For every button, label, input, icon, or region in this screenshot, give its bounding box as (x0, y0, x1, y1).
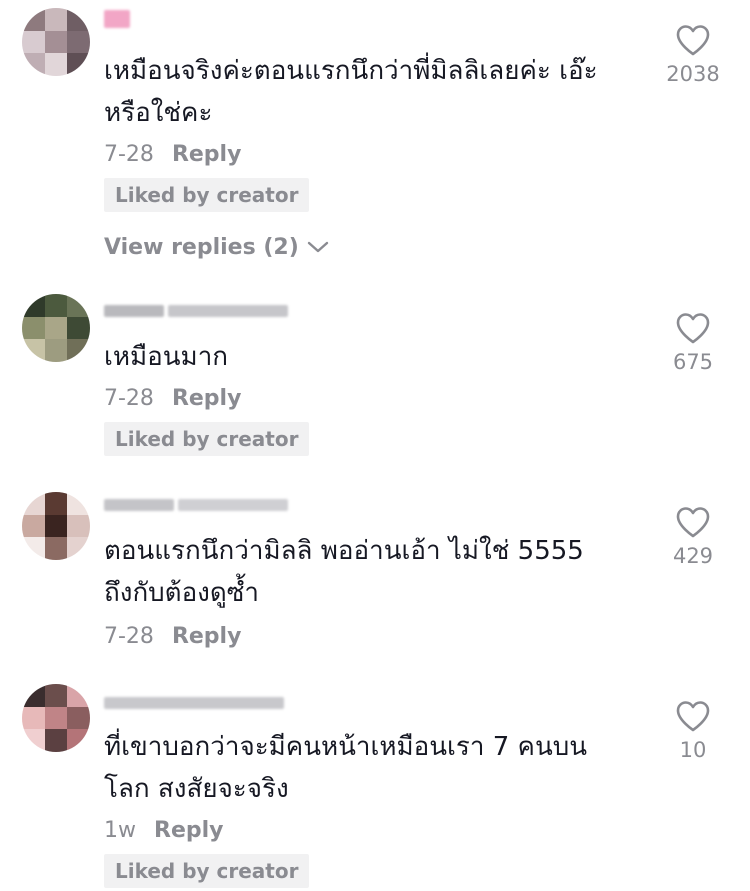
username[interactable] (104, 300, 288, 322)
avatar-pixel (67, 492, 90, 515)
avatar-pixel (44, 492, 68, 515)
like-count: 675 (672, 350, 714, 374)
liked-by-creator-badge: Liked by creator (104, 854, 310, 888)
avatar[interactable] (22, 492, 90, 560)
avatar-pixel (22, 316, 45, 340)
heart-icon[interactable] (675, 312, 711, 344)
reply-button[interactable]: Reply (172, 142, 242, 167)
comment-meta: 7-28 Reply (104, 383, 241, 413)
comment-date: 7-28 (104, 623, 154, 649)
avatar-pixel (44, 729, 68, 752)
avatar-pixel (67, 294, 90, 317)
avatar-pixel (22, 30, 45, 54)
avatar-pixel (67, 30, 90, 54)
avatar-pixel (67, 537, 90, 560)
reply-button[interactable]: Reply (172, 386, 242, 411)
avatar-pixel (22, 294, 45, 317)
view-replies-label: View replies (2) (104, 234, 299, 260)
comment-item: เหมือนมาก 7-28 Reply Liked by creator 67… (0, 290, 750, 480)
avatar-pixel (67, 316, 90, 340)
view-replies-button[interactable]: View replies (2) (104, 231, 329, 263)
avatar-pixel (67, 339, 90, 362)
chevron-down-icon (307, 241, 328, 253)
avatar-pixel (44, 537, 68, 560)
liked-by-creator-badge: Liked by creator (104, 178, 310, 212)
like-column: 10 (648, 700, 738, 762)
comment-item: ที่เขาบอกว่าจะมีคนหน้าเหมือนเรา 7 คนบน โ… (0, 670, 750, 891)
comment-text: เหมือนจริงค่ะตอนแรกนึกว่าพี่มิลลิเลยค่ะ … (104, 56, 598, 128)
avatar-pixel (22, 729, 45, 752)
avatar-pixel (22, 706, 45, 730)
avatar-pixel (22, 537, 45, 560)
avatar-pixel (44, 684, 68, 707)
like-column: 2038 (648, 24, 738, 86)
like-count: 10 (679, 738, 707, 762)
username-blurred (104, 697, 284, 709)
comment-meta: 7-28 Reply (104, 621, 241, 651)
username-blurred (104, 305, 164, 317)
avatar-pixel (67, 514, 90, 538)
liked-by-creator-badge: Liked by creator (104, 422, 310, 456)
comment-text: ที่เขาบอกว่าจะมีคนหน้าเหมือนเรา 7 คนบน โ… (104, 732, 587, 804)
comment-meta: 1w Reply (104, 815, 224, 845)
username-blurred (178, 499, 288, 511)
comment-text: ตอนแรกนึกว่ามิลลิ พออ่านเอ้า ไม่ใช่ 5555… (104, 536, 584, 608)
avatar-pixel (44, 514, 68, 538)
avatar-pixel (22, 514, 45, 538)
comment-item: เหมือนจริงค่ะตอนแรกนึกว่าพี่มิลลิเลยค่ะ … (0, 0, 750, 290)
comment-meta: 7-28 Reply (104, 139, 241, 169)
avatar-pixel (44, 316, 68, 340)
heart-icon[interactable] (675, 24, 711, 56)
avatar-pixel (44, 706, 68, 730)
avatar-pixel (22, 684, 45, 707)
avatar-pixel (44, 8, 68, 31)
username-blurred (104, 499, 174, 511)
avatar-pixel (67, 729, 90, 752)
avatar-pixel (67, 684, 90, 707)
avatar-pixel (44, 53, 68, 76)
avatar-pixel (67, 53, 90, 76)
comment-date: 7-28 (104, 141, 154, 167)
avatar-pixel (67, 706, 90, 730)
avatar-pixel (22, 53, 45, 76)
heart-icon[interactable] (675, 700, 711, 732)
comment-text: เหมือนมาก (104, 342, 229, 372)
reply-button[interactable]: Reply (154, 818, 224, 843)
comment-item: ตอนแรกนึกว่ามิลลิ พออ่านเอ้า ไม่ใช่ 5555… (0, 480, 750, 670)
avatar[interactable] (22, 684, 90, 752)
username[interactable] (104, 692, 284, 714)
avatar-pixel (67, 8, 90, 31)
avatar-pixel (22, 492, 45, 515)
like-column: 429 (648, 506, 738, 568)
comment-date: 1w (104, 817, 136, 843)
username[interactable] (104, 8, 130, 30)
reply-button[interactable]: Reply (172, 624, 242, 649)
avatar-pixel (22, 339, 45, 362)
avatar-pixel (44, 339, 68, 362)
like-count: 2038 (666, 62, 720, 86)
avatar[interactable] (22, 294, 90, 362)
username[interactable] (104, 494, 288, 516)
username-blurred (104, 10, 130, 28)
comment-list: เหมือนจริงค่ะตอนแรกนึกว่าพี่มิลลิเลยค่ะ … (0, 0, 750, 891)
avatar-pixel (22, 8, 45, 31)
username-blurred (168, 305, 288, 317)
like-column: 675 (648, 312, 738, 374)
heart-icon[interactable] (675, 506, 711, 538)
avatar-pixel (44, 30, 68, 54)
like-count: 429 (672, 544, 714, 568)
avatar[interactable] (22, 8, 90, 76)
avatar-pixel (44, 294, 68, 317)
comment-date: 7-28 (104, 385, 154, 411)
